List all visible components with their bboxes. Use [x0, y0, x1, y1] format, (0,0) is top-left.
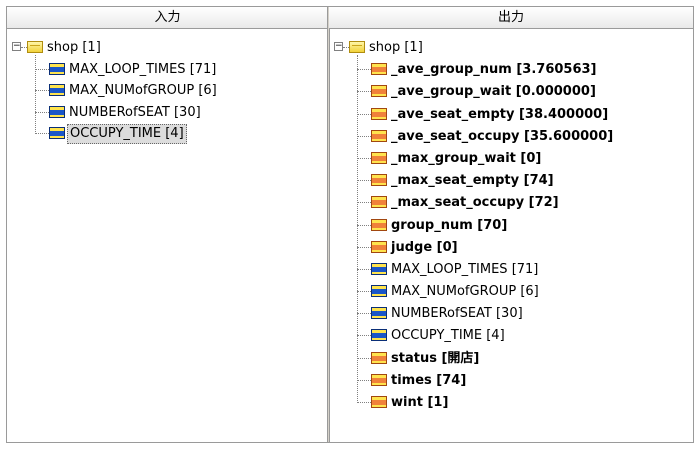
- tree-item-label: status [開店]: [391, 350, 480, 366]
- input-pane: 入力 − shop [1] MAX_LOOP_TIMES [71] MAX_NUMof…: [7, 7, 328, 442]
- tree-item[interactable]: _ave_seat_occupy [35.600000]: [329, 126, 693, 148]
- tree-item[interactable]: _ave_group_wait [0.000000]: [329, 81, 693, 103]
- tree-root-label: shop [1]: [47, 40, 101, 55]
- tree-item[interactable]: OCCUPY_TIME [4]: [329, 325, 693, 347]
- variable-icon-blue: [49, 62, 65, 75]
- variable-icon-red: [371, 373, 387, 386]
- variable-icon-red: [371, 240, 387, 253]
- tree-item[interactable]: _max_seat_occupy [72]: [329, 192, 693, 214]
- tree-item-label: _max_seat_empty [74]: [391, 173, 554, 189]
- tree-item-label: MAX_NUMofGROUP [6]: [391, 284, 539, 300]
- variable-icon-red: [371, 396, 387, 408]
- variable-icon-blue: [371, 262, 387, 275]
- tree-item-label: NUMBERofSEAT [30]: [69, 104, 201, 120]
- tree-item-label: MAX_NUMofGROUP [6]: [69, 83, 217, 98]
- tree-root-node[interactable]: − shop [1]: [329, 37, 693, 59]
- output-pane: 出力 − shop [1] _ave_group_num [3.760563] _av…: [329, 7, 693, 442]
- tree-item-label: OCCUPY_TIME [4]: [67, 124, 187, 144]
- variable-icon-red: [371, 107, 387, 120]
- collapse-toggle-icon[interactable]: −: [334, 42, 343, 51]
- tree-item[interactable]: NUMBERofSEAT [30]: [7, 102, 328, 124]
- tree-item[interactable]: _max_group_wait [0]: [329, 148, 693, 170]
- output-column-header[interactable]: 出力: [329, 7, 693, 29]
- tree-item[interactable]: OCCUPY_TIME [4]: [7, 123, 328, 145]
- tree-item-label: times [74]: [391, 372, 467, 388]
- collapse-toggle-icon[interactable]: −: [12, 42, 21, 51]
- folder-icon: [27, 41, 43, 53]
- tree-item[interactable]: group_num [70]: [329, 215, 693, 237]
- input-tree: − shop [1] MAX_LOOP_TIMES [71] MAX_NUMofGRO…: [7, 29, 328, 145]
- tree-item[interactable]: _ave_group_num [3.760563]: [329, 59, 693, 81]
- variable-icon-red: [371, 63, 387, 76]
- input-column-header[interactable]: 入力: [7, 7, 328, 29]
- tree-item[interactable]: MAX_LOOP_TIMES [71]: [7, 59, 328, 81]
- variable-icon-red: [371, 174, 387, 187]
- tree-item-label: MAX_LOOP_TIMES [71]: [69, 61, 217, 77]
- tree-item[interactable]: NUMBERofSEAT [30]: [329, 303, 693, 325]
- variable-icon-blue: [49, 105, 65, 118]
- folder-icon: [349, 41, 365, 53]
- variable-icon-blue: [49, 84, 65, 96]
- tree-item-label: _ave_group_num [3.760563]: [391, 62, 597, 78]
- tree-item-label: MAX_LOOP_TIMES [71]: [391, 261, 539, 277]
- tree-item[interactable]: MAX_NUMofGROUP [6]: [329, 281, 693, 303]
- tree-item[interactable]: _ave_seat_empty [38.400000]: [329, 104, 693, 126]
- variable-icon-red: [371, 351, 387, 364]
- variable-icon-blue: [371, 285, 387, 298]
- variable-icon-blue: [371, 329, 387, 342]
- tree-item-label: _max_group_wait [0]: [391, 150, 542, 166]
- tree-item[interactable]: MAX_NUMofGROUP [6]: [7, 80, 328, 102]
- variable-icon-red: [371, 218, 387, 231]
- variable-icon-red: [371, 196, 387, 209]
- tree-item[interactable]: _max_seat_empty [74]: [329, 170, 693, 192]
- tree-root-label: shop [1]: [369, 40, 423, 55]
- tree-item[interactable]: MAX_LOOP_TIMES [71]: [329, 259, 693, 281]
- tree-root-node[interactable]: − shop [1]: [7, 37, 328, 59]
- tree-item-label: _ave_seat_empty [38.400000]: [391, 106, 609, 122]
- tree-item[interactable]: status [開店]: [329, 348, 693, 370]
- output-tree: − shop [1] _ave_group_num [3.760563] _ave_g…: [329, 29, 693, 414]
- tree-item-label: judge [0]: [391, 239, 458, 255]
- tree-item-label: _ave_group_wait [0.000000]: [391, 84, 596, 100]
- tree-item[interactable]: wint [1]: [329, 392, 693, 414]
- tree-item-label: OCCUPY_TIME [4]: [391, 328, 505, 344]
- tree-item-label: group_num [70]: [391, 217, 508, 233]
- tree-item-label: _ave_seat_occupy [35.600000]: [391, 128, 614, 144]
- tree-item[interactable]: times [74]: [329, 370, 693, 392]
- tree-item-label: NUMBERofSEAT [30]: [391, 306, 523, 322]
- tree-item-label: _max_seat_occupy [72]: [391, 195, 559, 211]
- variable-icon-blue: [371, 307, 387, 320]
- tree-item[interactable]: judge [0]: [329, 237, 693, 259]
- tree-item-label: wint [1]: [391, 395, 449, 410]
- variable-icon-blue: [49, 127, 65, 139]
- tree-compare-panel: 入力 − shop [1] MAX_LOOP_TIMES [71] MAX_NUMof…: [6, 6, 694, 443]
- variable-icon-red: [371, 129, 387, 142]
- variable-icon-red: [371, 151, 387, 164]
- variable-icon-red: [371, 85, 387, 98]
